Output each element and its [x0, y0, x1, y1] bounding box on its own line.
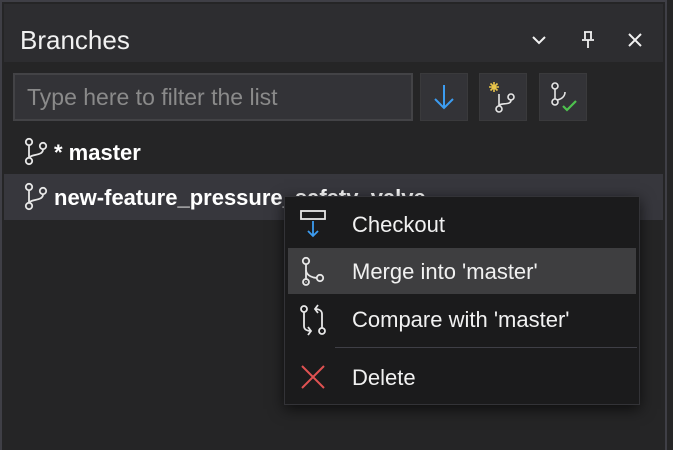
menu-item-compare[interactable]: Compare with 'master' — [288, 296, 636, 342]
compare-icon — [298, 304, 328, 341]
new-branch-icon — [489, 82, 515, 113]
branch-label: * master — [54, 140, 141, 165]
menu-item-label: Checkout — [352, 212, 445, 237]
fetch-button[interactable] — [420, 73, 468, 121]
panel-titlebar: Branches — [4, 4, 663, 62]
context-menu: Checkout Merge into 'master' Compare wit… — [284, 196, 640, 405]
menu-item-merge[interactable]: Merge into 'master' — [288, 248, 636, 294]
pin-icon — [582, 31, 594, 48]
filter-input[interactable] — [13, 73, 413, 121]
branch-icon — [22, 182, 50, 217]
branch-toolbar — [2, 62, 665, 132]
chevron-down-icon — [532, 36, 546, 45]
menu-item-label: Merge into 'master' — [352, 259, 538, 284]
arrow-down-icon — [434, 85, 454, 110]
branch-check-icon — [551, 82, 577, 112]
panel-title: Branches — [20, 25, 130, 55]
checkout-icon — [298, 209, 328, 244]
close-button[interactable] — [621, 26, 649, 54]
menu-item-label: Compare with 'master' — [352, 307, 570, 332]
close-icon — [628, 33, 642, 47]
menu-item-label: Delete — [352, 365, 416, 390]
new-branch-button[interactable] — [479, 73, 527, 121]
menu-item-delete[interactable]: Delete — [288, 354, 636, 400]
pin-button[interactable] — [574, 26, 602, 54]
merge-icon — [298, 256, 328, 291]
chevron-down-button[interactable] — [525, 26, 553, 54]
delete-icon — [298, 362, 328, 397]
branch-check-button[interactable] — [539, 73, 587, 121]
menu-item-checkout[interactable]: Checkout — [288, 201, 636, 247]
menu-separator — [335, 347, 637, 348]
branch-row-master[interactable]: * master — [4, 129, 663, 175]
branch-icon — [22, 137, 50, 172]
